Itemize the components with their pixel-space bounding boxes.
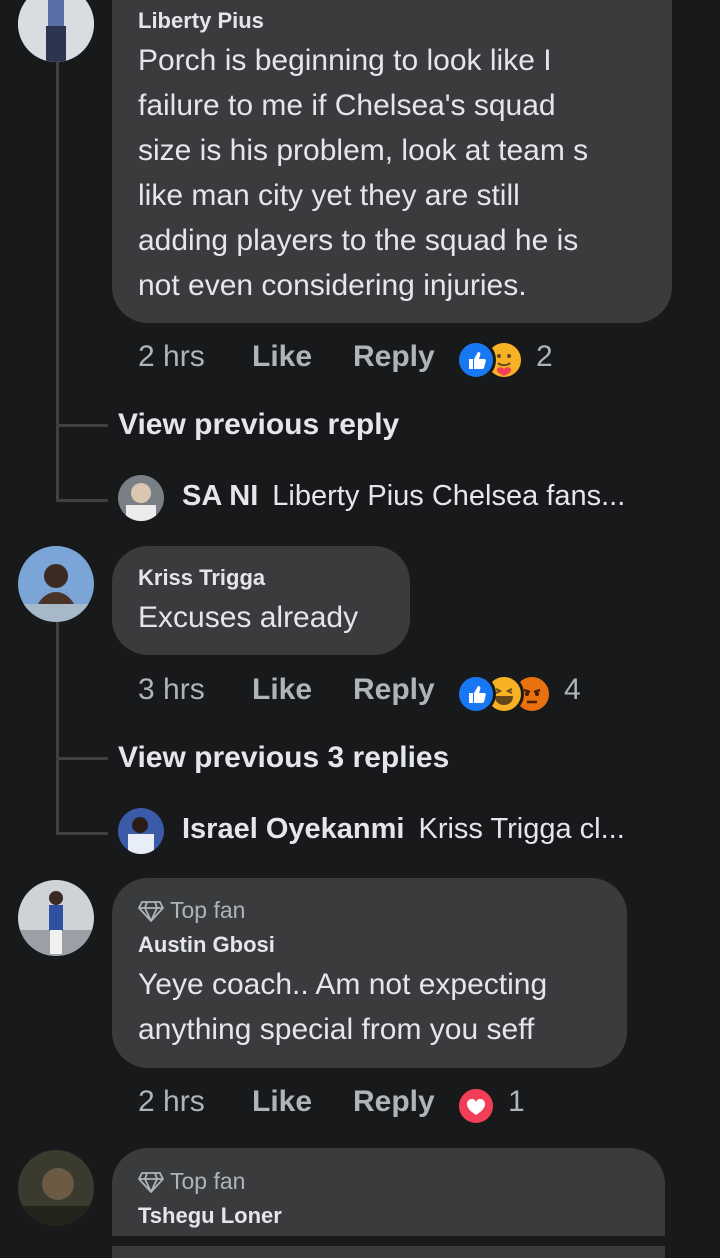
reaction-count[interactable]: 4 bbox=[564, 673, 581, 707]
top-fan-label: Top fan bbox=[170, 1168, 246, 1194]
avatar[interactable] bbox=[18, 1150, 94, 1226]
reply-author[interactable]: Israel Oyekanmi bbox=[182, 813, 404, 845]
reply-button[interactable]: Reply bbox=[353, 340, 435, 374]
comment-author[interactable]: Austin Gbosi bbox=[138, 932, 275, 958]
thread-line bbox=[56, 622, 59, 835]
reply-text: Kriss Trigga cl... bbox=[418, 813, 625, 845]
like-icon bbox=[456, 674, 496, 714]
latest-reply[interactable]: SA NI Liberty Pius Chelsea fans... bbox=[182, 480, 625, 513]
love-icon bbox=[456, 1086, 496, 1126]
comment-time[interactable]: 2 hrs bbox=[138, 340, 205, 374]
avatar[interactable] bbox=[18, 880, 94, 956]
reaction-count[interactable]: 2 bbox=[536, 340, 553, 374]
avatar[interactable] bbox=[18, 0, 94, 62]
comment-time[interactable]: 2 hrs bbox=[138, 1085, 205, 1119]
comment-author[interactable]: Liberty Pius bbox=[138, 8, 264, 34]
reply-avatar[interactable] bbox=[118, 808, 164, 854]
like-icon bbox=[456, 340, 496, 380]
view-previous-replies-link[interactable]: View previous 3 replies bbox=[118, 741, 449, 775]
top-fan-badge[interactable]: Top fan bbox=[138, 1168, 245, 1195]
thread-branch bbox=[56, 499, 108, 502]
bottom-bar bbox=[0, 1236, 720, 1246]
thread-branch bbox=[56, 424, 108, 427]
like-button[interactable]: Like bbox=[252, 673, 312, 707]
reply-button[interactable]: Reply bbox=[353, 1085, 435, 1119]
latest-reply[interactable]: Israel Oyekanmi Kriss Trigga cl... bbox=[182, 813, 625, 846]
reply-button[interactable]: Reply bbox=[353, 673, 435, 707]
comment-author[interactable]: Tshegu Loner bbox=[138, 1203, 282, 1229]
diamond-icon bbox=[138, 900, 164, 922]
top-fan-badge[interactable]: Top fan bbox=[138, 897, 245, 924]
comment-text: Porch is beginning to look like I failur… bbox=[138, 44, 589, 302]
reply-avatar[interactable] bbox=[118, 475, 164, 521]
reactions-summary[interactable] bbox=[456, 674, 566, 714]
thread-branch bbox=[56, 757, 108, 760]
reactions-summary[interactable] bbox=[456, 1086, 496, 1126]
reply-author[interactable]: SA NI bbox=[182, 480, 258, 512]
top-fan-label: Top fan bbox=[170, 897, 246, 923]
reaction-count[interactable]: 1 bbox=[508, 1085, 525, 1119]
reply-text: Liberty Pius Chelsea fans... bbox=[272, 480, 626, 512]
like-button[interactable]: Like bbox=[252, 1085, 312, 1119]
avatar[interactable] bbox=[18, 546, 94, 622]
diamond-icon bbox=[138, 1171, 164, 1193]
thread-branch bbox=[56, 832, 108, 835]
comment-author[interactable]: Kriss Trigga bbox=[138, 565, 265, 591]
comment-time[interactable]: 3 hrs bbox=[138, 673, 205, 707]
comment-text: Excuses already bbox=[138, 601, 359, 634]
comment-text: Yeye coach.. Am not expecting anything s… bbox=[138, 968, 548, 1046]
view-previous-replies-link[interactable]: View previous reply bbox=[118, 408, 399, 442]
like-button[interactable]: Like bbox=[252, 340, 312, 374]
reactions-summary[interactable] bbox=[456, 340, 536, 380]
thread-line bbox=[56, 62, 59, 502]
